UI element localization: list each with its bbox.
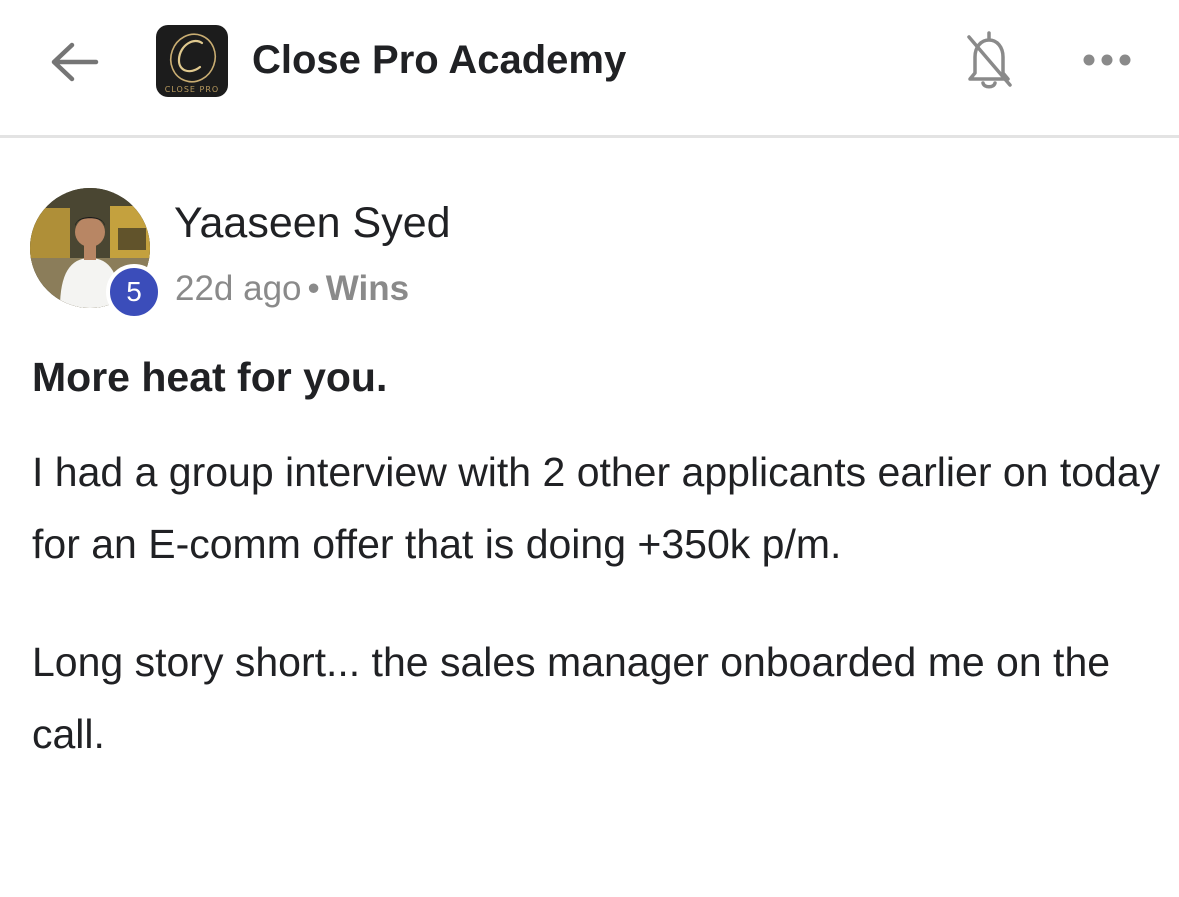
group-title[interactable]: Close Pro Academy <box>252 34 626 86</box>
post-body: I had a group interview with 2 other app… <box>32 436 1162 770</box>
post-time: 22d ago <box>175 269 302 308</box>
notifications-button[interactable] <box>954 24 1024 96</box>
logo-caption: CLOSE PRO <box>164 85 220 94</box>
group-logo[interactable]: CLOSE PRO <box>156 25 228 97</box>
more-horizontal-icon <box>1083 54 1131 66</box>
post-paragraph: Long story short... the sales manager on… <box>32 639 1111 757</box>
post-category[interactable]: Wins <box>326 269 409 308</box>
bell-off-icon <box>967 31 1012 89</box>
author-avatar-group: 5 <box>30 188 162 320</box>
level-badge: 5 <box>106 264 162 320</box>
arrow-left-icon <box>51 42 99 82</box>
post-title: More heat for you. <box>32 354 388 400</box>
meta-separator: • <box>307 269 320 308</box>
back-button[interactable] <box>40 30 108 94</box>
post-paragraph: I had a group interview with 2 other app… <box>32 449 1161 567</box>
author-name[interactable]: Yaaseen Syed <box>174 198 451 248</box>
more-options-button[interactable] <box>1074 36 1140 84</box>
top-bar: CLOSE PRO Close Pro Academy <box>0 0 1179 138</box>
post-meta: 22d ago • Wins <box>175 266 409 312</box>
